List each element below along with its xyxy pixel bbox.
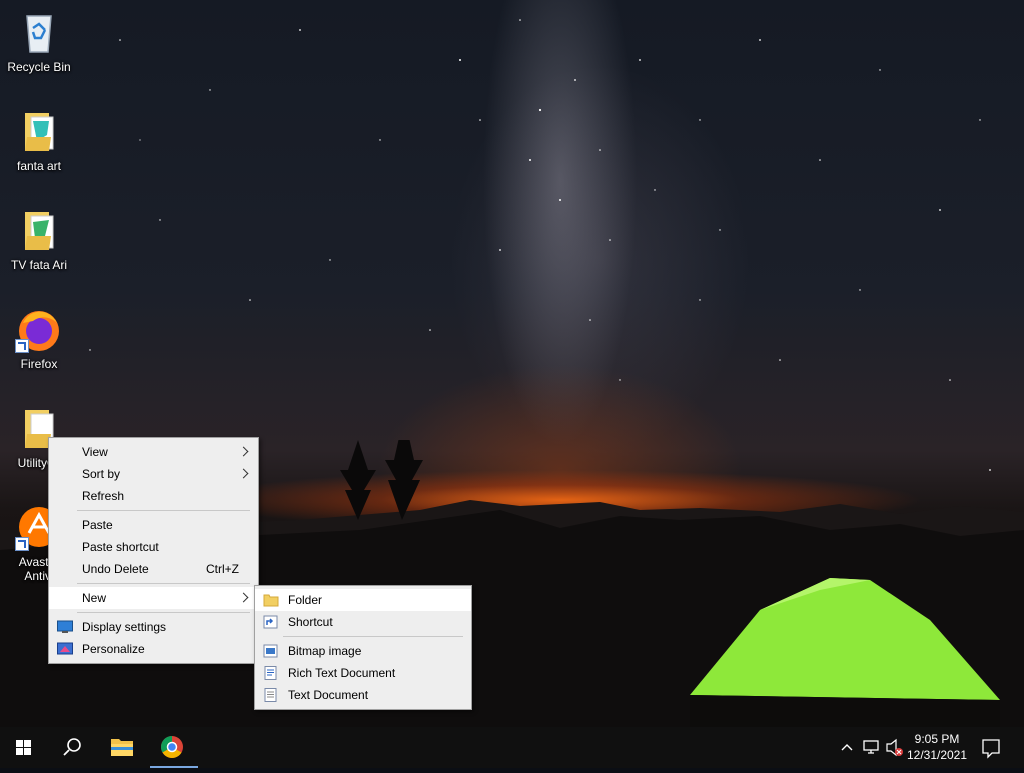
chevron-right-icon [238, 592, 249, 603]
menu-separator [77, 510, 250, 511]
menu-separator [283, 636, 463, 637]
desktop-icon-recycle-bin[interactable]: Recycle Bin [0, 8, 78, 74]
shortcut-icon [263, 615, 278, 629]
desktop-context-menu: View Sort by Refresh Paste Paste shortcu… [48, 437, 259, 664]
menu-item-view[interactable]: View [49, 441, 258, 463]
submenu-item-rich-text-document[interactable]: Rich Text Document [255, 662, 471, 684]
menu-item-label: Paste [82, 518, 113, 532]
submenu-item-shortcut[interactable]: Shortcut [255, 611, 471, 633]
menu-item-label: Shortcut [288, 615, 333, 629]
new-submenu: Folder Shortcut Bitmap image Rich Text D… [254, 585, 472, 710]
show-hidden-icons-button[interactable] [836, 727, 858, 768]
start-button[interactable] [0, 727, 48, 768]
menu-item-label: Folder [288, 593, 323, 607]
menu-item-label: Rich Text Document [288, 666, 396, 680]
menu-item-undo-delete[interactable]: Undo Delete Ctrl+Z [49, 558, 258, 580]
menu-item-label: Display settings [82, 620, 167, 634]
text-document-icon [264, 688, 277, 702]
chrome-button[interactable] [150, 727, 198, 768]
bitmap-icon [263, 644, 278, 658]
notifications-icon [982, 739, 1000, 759]
menu-item-refresh[interactable]: Refresh [49, 485, 258, 507]
chrome-icon [161, 736, 183, 758]
recycle-bin-icon [15, 8, 63, 56]
shortcut-arrow-icon [15, 537, 29, 551]
file-explorer-button[interactable] [98, 727, 146, 768]
menu-item-label: Refresh [82, 489, 125, 503]
shortcut-arrow-icon [15, 339, 29, 353]
desktop-icon-tv-fata-ari[interactable]: TV fata Ari [0, 206, 78, 272]
display-icon [57, 620, 73, 633]
rich-text-icon [264, 666, 277, 680]
submenu-item-text-document[interactable]: Text Document [255, 684, 471, 706]
submenu-item-folder[interactable]: Folder [255, 589, 471, 611]
chevron-right-icon [238, 446, 249, 457]
search-icon [63, 738, 81, 756]
menu-item-label: Personalize [82, 642, 145, 656]
desktop-icon-label: Recycle Bin [7, 60, 71, 74]
submenu-item-bitmap-image[interactable]: Bitmap image [255, 640, 471, 662]
notifications-button[interactable] [968, 727, 1014, 768]
desktop-icon-label: TV fata Ari [10, 258, 68, 272]
network-icon [863, 740, 879, 754]
clock-date: 12/31/2021 [906, 748, 968, 762]
firefox-icon [15, 305, 63, 353]
menu-separator [77, 612, 250, 613]
menu-item-label: Bitmap image [288, 644, 362, 658]
menu-item-label: Paste shortcut [82, 540, 159, 554]
menu-item-personalize[interactable]: Personalize [49, 638, 258, 660]
desktop-icon-fanta-art[interactable]: fanta art [0, 107, 78, 173]
menu-item-label: View [82, 445, 108, 459]
menu-item-label: Sort by [82, 467, 121, 481]
personalize-icon [57, 642, 73, 655]
desktop-icon-firefox[interactable]: Firefox [0, 305, 78, 371]
menu-separator [77, 583, 250, 584]
folder-icon [263, 594, 279, 607]
desktop-icon-label: fanta art [16, 159, 62, 173]
system-clock[interactable]: 9:05 PM 12/31/2021 [902, 731, 972, 763]
menu-item-sort-by[interactable]: Sort by [49, 463, 258, 485]
keyboard-shortcut: Ctrl+Z [206, 562, 239, 576]
network-button[interactable] [860, 727, 884, 768]
folder-icon [15, 206, 63, 254]
desktop-icon-label: Firefox [20, 357, 58, 371]
menu-item-label: Undo Delete [82, 562, 149, 576]
search-button[interactable] [48, 727, 96, 768]
file-explorer-icon [111, 739, 133, 756]
folder-icon [15, 107, 63, 155]
chevron-right-icon [238, 468, 249, 479]
menu-item-new[interactable]: New [49, 587, 258, 609]
menu-item-label: New [82, 591, 107, 605]
menu-item-paste[interactable]: Paste [49, 514, 258, 536]
menu-item-paste-shortcut[interactable]: Paste shortcut [49, 536, 258, 558]
clock-time: 9:05 PM [914, 732, 960, 746]
chevron-up-icon [841, 744, 853, 751]
menu-item-display-settings[interactable]: Display settings [49, 616, 258, 638]
windows-start-icon [16, 740, 31, 755]
menu-item-label: Text Document [288, 688, 369, 702]
taskbar: 9:05 PM 12/31/2021 [0, 727, 1024, 768]
